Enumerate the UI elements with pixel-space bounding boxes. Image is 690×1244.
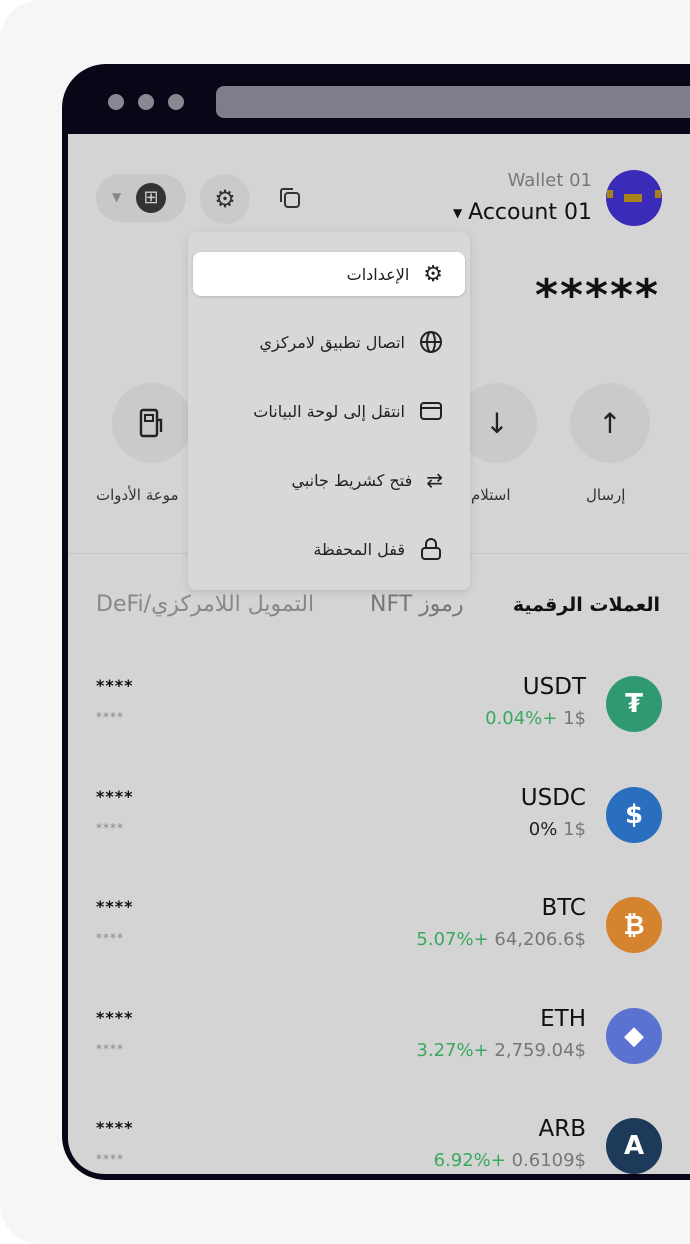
tab-defi[interactable]: التمويل اللامركزي/DeFi bbox=[96, 592, 314, 617]
fuel-pump-icon bbox=[139, 408, 163, 438]
menu-item-connect-dapp[interactable]: اتصال تطبيق لامركزي bbox=[193, 320, 465, 364]
eth-coin-icon: ◆ bbox=[606, 1007, 662, 1064]
tab-nft[interactable]: رموز NFT bbox=[370, 592, 464, 617]
caret-down-icon: ▼ bbox=[452, 205, 463, 220]
token-symbol: ARB bbox=[538, 1116, 587, 1142]
token-price: 64,206.6$ bbox=[494, 929, 586, 950]
arb-coin-icon: A bbox=[606, 1118, 662, 1174]
menu-item-label: اتصال تطبيق لامركزي bbox=[259, 332, 405, 352]
settings-button[interactable]: ⚙ bbox=[200, 174, 250, 224]
grid-icon: ⊞ bbox=[136, 183, 166, 213]
token-price-line: 3.27%+ 2,759.04$ bbox=[416, 1040, 586, 1061]
token-row[interactable]: A ARB 6.92%+ 0.6109$ **** **** bbox=[68, 1116, 690, 1216]
token-balance: **** bbox=[96, 1007, 134, 1027]
avatar[interactable] bbox=[606, 170, 662, 226]
token-value: **** bbox=[96, 820, 124, 835]
token-balance: **** bbox=[96, 897, 134, 916]
token-symbol: BTC bbox=[541, 895, 586, 921]
globe-icon bbox=[420, 331, 442, 353]
token-price: 2,759.04$ bbox=[494, 1039, 586, 1061]
arrow-down-icon: ↓ bbox=[485, 406, 509, 440]
token-price-line: 6.92%+ 0.6109$ bbox=[434, 1150, 586, 1171]
token-change: 3.27%+ bbox=[416, 1039, 489, 1061]
token-balance: **** bbox=[96, 786, 134, 806]
menu-item-label: انتقل إلى لوحة البيانات bbox=[253, 401, 405, 421]
window-dot bbox=[138, 94, 154, 110]
window-dot bbox=[108, 94, 124, 110]
token-symbol: ETH bbox=[540, 1005, 586, 1032]
token-value: **** bbox=[96, 1152, 124, 1166]
address-bar[interactable] bbox=[216, 86, 690, 118]
tab-crypto[interactable]: العملات الرقمية bbox=[513, 594, 660, 616]
token-symbol: USDC bbox=[520, 784, 586, 811]
lock-icon bbox=[421, 538, 441, 560]
network-selector[interactable]: ▼ ⊞ bbox=[96, 174, 186, 222]
menu-item-label: فتح كشريط جانبي bbox=[291, 470, 413, 490]
copy-button[interactable] bbox=[276, 184, 304, 212]
token-price: 1$ bbox=[563, 708, 586, 729]
token-row[interactable]: $ USDC 0% 1$ **** **** bbox=[68, 785, 690, 885]
token-price-line: 5.07%+ 64,206.6$ bbox=[416, 929, 586, 950]
token-price: 1$ bbox=[563, 818, 586, 840]
token-value: **** bbox=[96, 710, 124, 724]
arrow-up-icon: ↑ bbox=[598, 406, 622, 440]
token-change: 6.92%+ bbox=[433, 1150, 506, 1171]
account-name: Account 01 bbox=[468, 200, 592, 225]
copy-icon bbox=[280, 188, 300, 208]
token-change: 0.04%+ bbox=[485, 708, 558, 729]
token-row[interactable]: ₿ BTC 5.07%+ 64,206.6$ **** **** bbox=[68, 895, 690, 995]
tools-button[interactable] bbox=[112, 383, 192, 463]
token-change: 0% bbox=[528, 818, 558, 840]
token-symbol: USDT bbox=[522, 674, 586, 700]
balance: ***** bbox=[534, 270, 660, 321]
receive-label: استلام bbox=[471, 486, 511, 504]
gear-icon: ⚙ bbox=[423, 261, 443, 287]
send-button[interactable]: ↑ bbox=[570, 383, 650, 463]
btc-coin-icon: ₿ bbox=[606, 897, 662, 953]
wallet-name: Wallet 01 bbox=[507, 170, 592, 191]
usdt-coin-icon: ₮ bbox=[606, 676, 662, 732]
token-balance: **** bbox=[96, 1118, 134, 1137]
token-row[interactable]: ₮ USDT 0.04%+ 1$ **** **** bbox=[68, 674, 690, 774]
caret-down-icon: ▼ bbox=[112, 190, 122, 204]
send-label: إرسال bbox=[586, 486, 626, 504]
account-selector[interactable]: ▼ Account 01 bbox=[453, 200, 592, 225]
menu-item-settings[interactable]: الإعدادات ⚙ bbox=[193, 252, 465, 296]
token-balance: **** bbox=[96, 676, 134, 695]
token-price-line: 0.04%+ 1$ bbox=[485, 708, 586, 729]
gear-icon: ⚙ bbox=[214, 185, 236, 213]
token-value: **** bbox=[96, 1041, 124, 1056]
usdc-coin-icon: $ bbox=[606, 786, 662, 843]
menu-item-lock-wallet[interactable]: قفل المحفظة bbox=[193, 527, 465, 571]
menu-item-dashboard[interactable]: انتقل إلى لوحة البيانات bbox=[193, 389, 465, 433]
window-dot bbox=[168, 94, 184, 110]
menu-item-label: قفل المحفظة bbox=[313, 539, 405, 559]
menu-item-label: الإعدادات bbox=[346, 264, 410, 284]
token-change: 5.07%+ bbox=[416, 929, 489, 950]
token-price: 0.6109$ bbox=[511, 1150, 586, 1171]
menu-item-sidebar[interactable]: فتح كشريط جانبي ⇄ bbox=[193, 458, 465, 502]
token-row[interactable]: ◆ ETH 3.27%+ 2,759.04$ **** **** bbox=[68, 1006, 690, 1106]
settings-dropdown-menu: الإعدادات ⚙ اتصال تطبيق لامركزي انتقل إل… bbox=[188, 232, 470, 590]
token-value: **** bbox=[96, 931, 124, 945]
swap-arrows-icon: ⇄ bbox=[426, 468, 443, 492]
browser-window-icon bbox=[420, 402, 442, 420]
tools-label: موعة الأدوات bbox=[96, 486, 179, 504]
token-price-line: 0% 1$ bbox=[529, 819, 586, 840]
